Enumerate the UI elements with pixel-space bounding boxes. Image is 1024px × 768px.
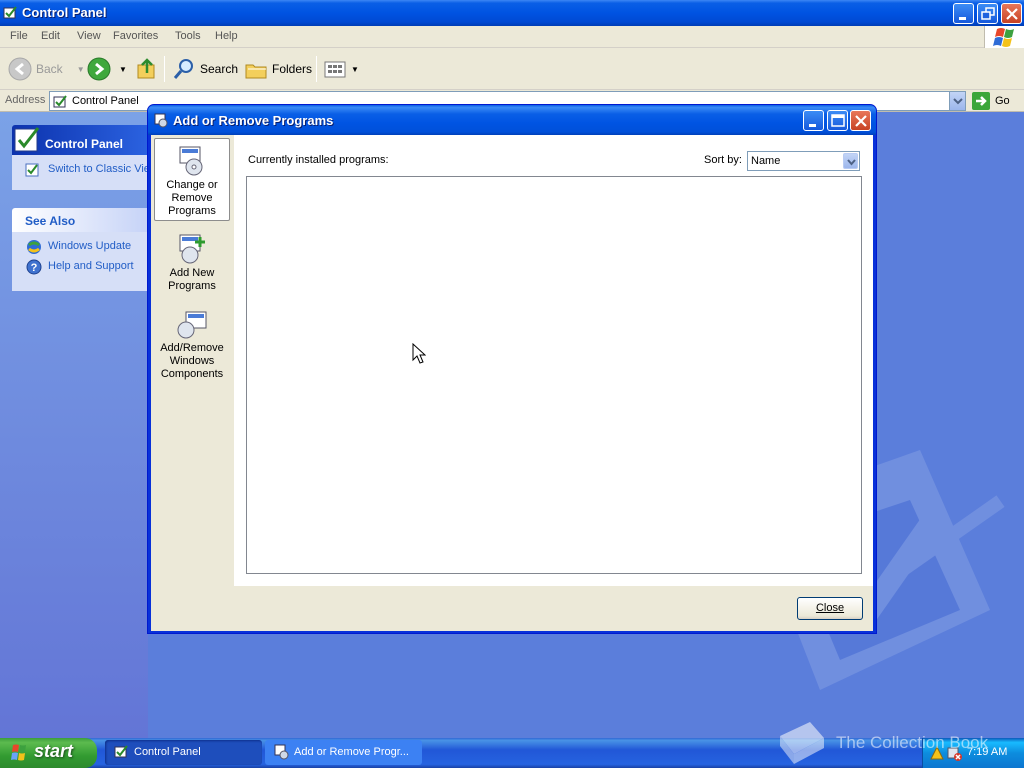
watermark-book-icon — [780, 722, 824, 764]
address-value: Control Panel — [72, 95, 139, 107]
search-button[interactable]: Search — [172, 56, 238, 82]
windows-update-icon — [27, 240, 41, 254]
address-dropdown-button[interactable] — [949, 92, 965, 110]
windows-components-icon — [177, 311, 207, 339]
back-dropdown-icon[interactable]: ▼ — [77, 65, 85, 74]
nav-add-new-programs[interactable]: Add New Programs — [154, 227, 230, 297]
nav-change-remove-programs[interactable]: Change or Remove Programs — [154, 138, 230, 221]
chevron-down-icon — [953, 98, 963, 105]
control-panel-task-box: Control Panel Switch to Classic View — [12, 125, 148, 190]
control-panel-small-icon — [114, 745, 128, 758]
add-remove-programs-icon — [274, 744, 289, 760]
menu-file[interactable]: File — [10, 30, 28, 42]
add-remove-programs-dialog: Add or Remove Programs Change or Remove … — [147, 104, 877, 634]
change-remove-programs-icon — [179, 146, 203, 176]
installed-programs-list[interactable] — [246, 176, 862, 574]
forward-dropdown-icon[interactable]: ▼ — [119, 65, 127, 74]
help-and-support-link[interactable]: Help and Support — [48, 260, 134, 272]
taskbar-control-panel[interactable]: Control Panel — [105, 740, 262, 765]
sort-by-label: Sort by: — [704, 154, 742, 166]
views-button[interactable]: ▼ — [323, 56, 359, 82]
windows-update-link[interactable]: Windows Update — [48, 240, 131, 252]
control-panel-small-icon — [53, 95, 67, 108]
mouse-cursor-icon — [412, 343, 426, 364]
standard-toolbar: Back ▼ ▼ Search Folders ▼ — [0, 48, 1024, 90]
switch-view-link[interactable]: Switch to Classic View — [12, 155, 148, 190]
sort-by-value: Name — [751, 155, 781, 167]
chevron-down-icon — [847, 159, 856, 166]
sort-by-select[interactable]: Name — [747, 151, 860, 171]
menu-view[interactable]: View — [77, 30, 101, 42]
control-panel-icon — [3, 6, 17, 19]
forward-button[interactable]: ▼ — [87, 56, 127, 82]
sort-dropdown-button[interactable] — [843, 153, 858, 169]
folders-button[interactable]: Folders — [244, 56, 312, 82]
up-folder-button[interactable] — [135, 56, 159, 82]
switch-view-icon — [25, 163, 39, 177]
dialog-minimize-button[interactable] — [803, 110, 824, 131]
watermark-text: The Collection Book — [836, 733, 989, 752]
task-pane: Control Panel Switch to Classic View See… — [0, 112, 148, 738]
toolbar-separator — [164, 56, 165, 82]
help-icon: ? — [26, 259, 42, 275]
toolbar-separator — [316, 56, 317, 82]
menu-tools[interactable]: Tools — [175, 30, 201, 42]
go-button[interactable]: Go — [972, 92, 1010, 110]
windows-flag-icon — [993, 28, 1014, 47]
minimize-button[interactable] — [953, 3, 974, 24]
restore-button[interactable] — [977, 3, 998, 24]
address-label: Address — [5, 94, 46, 106]
menu-help[interactable]: Help — [215, 30, 238, 42]
dialog-titlebar[interactable]: Add or Remove Programs — [148, 105, 876, 135]
search-icon — [173, 59, 193, 79]
installed-programs-label: Currently installed programs: — [248, 154, 389, 166]
menu-bar: File Edit View Favorites Tools Help — [0, 26, 1024, 48]
dialog-close-x-button[interactable] — [850, 110, 871, 131]
close-window-button[interactable] — [1001, 3, 1022, 24]
taskbar-add-remove-programs[interactable]: Add or Remove Progr... — [265, 740, 422, 765]
start-button[interactable]: start — [0, 738, 97, 768]
see-also-box: See Also Windows Update ? Help and Suppo… — [12, 208, 148, 291]
back-button[interactable]: Back ▼ — [8, 56, 85, 82]
menu-favorites[interactable]: Favorites — [113, 30, 158, 42]
go-arrow-icon — [972, 92, 990, 110]
views-dropdown-icon[interactable]: ▼ — [351, 65, 359, 74]
dialog-client-area: Change or Remove Programs Add New Progra… — [151, 135, 873, 631]
window-title: Control Panel — [22, 5, 107, 20]
up-folder-icon — [137, 58, 155, 79]
control-panel-titlebar[interactable]: Control Panel — [0, 0, 1024, 26]
dialog-nav-bar: Change or Remove Programs Add New Progra… — [151, 135, 235, 631]
see-also-title: See Also — [12, 208, 148, 232]
programs-panel: Currently installed programs: Sort by: N… — [234, 135, 873, 586]
close-button[interactable]: Close — [797, 597, 863, 620]
dialog-title: Add or Remove Programs — [173, 113, 334, 128]
dialog-maximize-button[interactable] — [827, 110, 848, 131]
nav-add-remove-windows-components[interactable]: Add/Remove Windows Components — [154, 302, 230, 384]
views-grid-icon — [324, 61, 346, 78]
control-panel-large-icon — [14, 127, 40, 152]
folders-icon — [245, 64, 267, 79]
menu-edit[interactable]: Edit — [41, 30, 60, 42]
windows-flag-icon — [11, 744, 26, 761]
windows-logo-flag — [984, 26, 1024, 48]
add-new-programs-icon — [179, 234, 205, 264]
back-arrow-icon — [8, 57, 32, 81]
svg-text:?: ? — [31, 262, 38, 274]
forward-arrow-icon — [87, 57, 111, 81]
add-remove-programs-icon — [154, 113, 168, 128]
